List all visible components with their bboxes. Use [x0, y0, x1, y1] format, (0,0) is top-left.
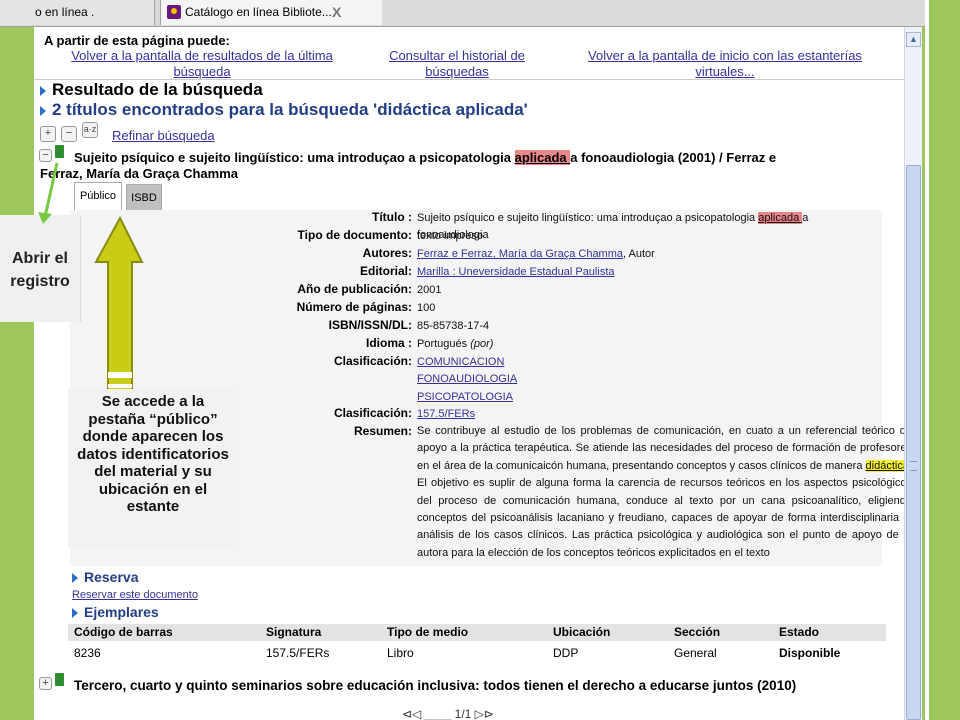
annotation-arrows	[38, 162, 144, 391]
green-arrow-head	[38, 212, 52, 224]
callout-text: Se accede a la pestaña “público” donde a…	[77, 393, 229, 515]
yellow-up-arrow	[94, 215, 144, 391]
publico-tab-callout: Se accede a la pestaña “público” donde a…	[68, 389, 238, 547]
green-pointer-arrow	[43, 162, 59, 218]
